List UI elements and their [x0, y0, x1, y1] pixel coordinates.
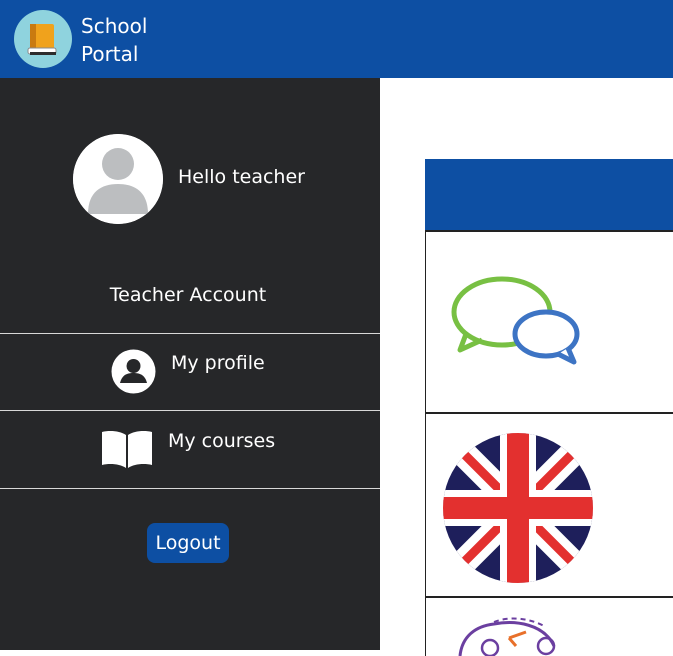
greeting: Hello teacher	[178, 166, 305, 188]
logo[interactable]	[14, 10, 72, 68]
table-row[interactable]	[425, 596, 673, 656]
table-header	[425, 159, 673, 231]
brand-title[interactable]: School Portal	[81, 12, 147, 68]
people-exchange-icon	[458, 617, 556, 656]
sidebar: Hello teacher Teacher Account My profile…	[0, 78, 380, 650]
sidebar-item-my-courses[interactable]: My courses	[0, 412, 380, 488]
logout-button[interactable]: Logout	[147, 523, 229, 563]
sidebar-item-my-profile[interactable]: My profile	[0, 334, 380, 410]
user-placeholder-icon	[73, 134, 163, 224]
courses-table	[425, 159, 673, 656]
book-icon	[27, 24, 57, 55]
brand-line-1: School	[81, 14, 148, 38]
divider	[0, 488, 380, 489]
brand-line-2: Portal	[81, 42, 139, 66]
speech-bubbles-icon	[451, 276, 580, 365]
account-type: Teacher Account	[109, 284, 267, 306]
avatar	[73, 134, 163, 224]
sidebar-item-label: My courses	[168, 430, 276, 452]
divider	[0, 410, 380, 411]
uk-flag-icon	[443, 433, 593, 583]
sidebar-item-label: My profile	[171, 352, 265, 374]
user-circle-icon	[111, 349, 156, 394]
open-book-icon	[102, 431, 152, 468]
table-row[interactable]	[425, 230, 673, 414]
top-bar: School Portal	[0, 0, 673, 78]
table-row[interactable]	[425, 412, 673, 598]
